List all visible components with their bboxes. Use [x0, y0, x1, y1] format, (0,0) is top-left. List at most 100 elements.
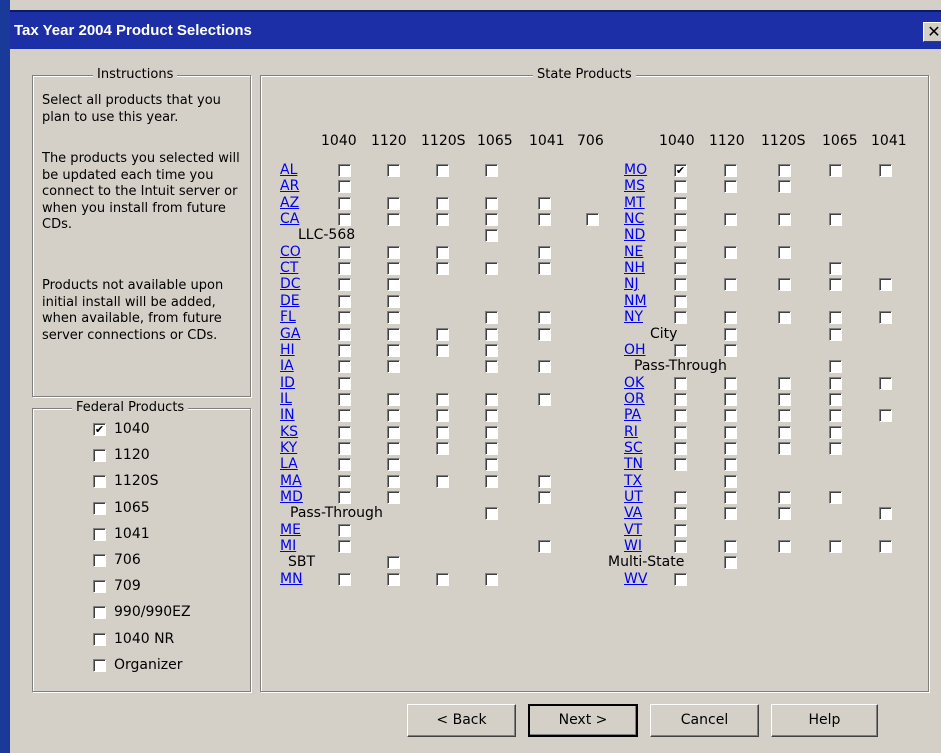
state-link-al[interactable]: AL [280, 163, 297, 177]
state-product-checkbox[interactable] [674, 376, 687, 390]
state-product-checkbox[interactable] [674, 294, 687, 308]
state-product-checkbox[interactable] [674, 229, 687, 243]
state-product-checkbox[interactable] [538, 540, 551, 554]
state-product-checkbox[interactable] [387, 441, 400, 455]
state-product-checkbox[interactable] [538, 262, 551, 276]
state-link-id[interactable]: ID [280, 376, 295, 390]
state-link-ar[interactable]: AR [280, 179, 299, 193]
state-link-nj[interactable]: NJ [624, 277, 639, 291]
state-product-checkbox[interactable] [485, 458, 498, 472]
state-link-dc[interactable]: DC [280, 277, 301, 291]
state-product-checkbox[interactable] [829, 278, 842, 292]
state-product-checkbox[interactable] [778, 376, 791, 390]
federal-product-checkbox[interactable] [93, 527, 106, 541]
state-product-checkbox[interactable] [436, 245, 449, 259]
state-product-checkbox[interactable] [879, 376, 892, 390]
next-button[interactable]: Next > [528, 704, 638, 737]
federal-product-checkbox[interactable] [93, 658, 106, 672]
state-product-checkbox[interactable] [724, 441, 737, 455]
state-product-checkbox[interactable] [829, 327, 842, 341]
state-product-checkbox[interactable] [338, 245, 351, 259]
state-product-checkbox[interactable] [538, 213, 551, 227]
state-product-checkbox[interactable] [674, 523, 687, 537]
state-link-fl[interactable]: FL [280, 310, 296, 324]
state-product-checkbox[interactable] [538, 392, 551, 406]
state-product-checkbox[interactable] [778, 409, 791, 423]
state-product-checkbox[interactable] [674, 572, 687, 586]
state-product-checkbox[interactable] [338, 474, 351, 488]
state-product-checkbox[interactable] [338, 343, 351, 357]
state-link-ga[interactable]: GA [280, 327, 300, 341]
state-product-checkbox[interactable] [724, 213, 737, 227]
state-product-checkbox[interactable] [724, 180, 737, 194]
state-link-nh[interactable]: NH [624, 261, 645, 275]
state-product-checkbox[interactable] [538, 360, 551, 374]
state-product-checkbox[interactable] [778, 278, 791, 292]
federal-product-checkbox[interactable] [93, 606, 106, 620]
state-product-checkbox[interactable] [829, 540, 842, 554]
state-link-mt[interactable]: MT [624, 196, 645, 210]
state-product-checkbox[interactable] [338, 458, 351, 472]
state-product-checkbox[interactable] [485, 262, 498, 276]
state-product-checkbox[interactable] [436, 327, 449, 341]
state-product-checkbox[interactable] [674, 311, 687, 325]
state-product-checkbox[interactable] [338, 360, 351, 374]
state-product-checkbox[interactable] [829, 164, 842, 177]
state-link-ks[interactable]: KS [280, 425, 298, 439]
state-product-checkbox[interactable] [724, 474, 737, 488]
state-product-checkbox[interactable] [436, 213, 449, 227]
state-product-checkbox[interactable] [338, 392, 351, 406]
state-link-wi[interactable]: WI [624, 539, 642, 553]
state-product-checkbox[interactable] [387, 213, 400, 227]
state-link-nm[interactable]: NM [624, 294, 647, 308]
state-product-checkbox[interactable] [829, 262, 842, 276]
cancel-button[interactable]: Cancel [650, 704, 759, 737]
state-product-checkbox[interactable] [485, 311, 498, 325]
state-product-checkbox[interactable] [778, 425, 791, 439]
state-product-checkbox[interactable] [879, 164, 892, 177]
state-product-checkbox[interactable] [338, 196, 351, 210]
state-product-checkbox[interactable] [338, 572, 351, 586]
state-product-checkbox[interactable] [724, 409, 737, 423]
state-link-mo[interactable]: MO [624, 163, 647, 177]
state-link-wv[interactable]: WV [624, 572, 647, 586]
back-button[interactable]: < Back [407, 704, 516, 737]
state-product-checkbox[interactable] [724, 507, 737, 521]
state-product-checkbox[interactable] [778, 164, 791, 177]
state-link-ma[interactable]: MA [280, 474, 302, 488]
state-product-checkbox[interactable] [674, 491, 687, 504]
state-product-checkbox[interactable] [387, 425, 400, 439]
state-link-or[interactable]: OR [624, 392, 645, 406]
state-product-checkbox[interactable] [485, 343, 498, 357]
state-link-oh[interactable]: OH [624, 343, 646, 357]
state-product-checkbox[interactable] [538, 474, 551, 488]
state-product-checkbox[interactable] [338, 441, 351, 455]
state-product-checkbox[interactable] [338, 262, 351, 276]
state-product-checkbox[interactable] [829, 392, 842, 406]
state-product-checkbox[interactable] [387, 343, 400, 357]
federal-product-checkbox[interactable] [93, 501, 106, 515]
state-product-checkbox[interactable] [387, 196, 400, 210]
state-product-checkbox[interactable] [387, 572, 400, 586]
state-product-checkbox[interactable] [724, 278, 737, 292]
state-product-checkbox[interactable] [338, 164, 351, 177]
state-product-checkbox[interactable] [387, 491, 400, 504]
state-product-checkbox[interactable] [778, 180, 791, 194]
state-product-checkbox[interactable] [829, 491, 842, 504]
state-product-checkbox[interactable] [436, 474, 449, 488]
state-product-checkbox[interactable] [485, 229, 498, 243]
federal-product-checkbox[interactable] [93, 632, 106, 646]
state-product-checkbox[interactable] [724, 164, 737, 177]
state-product-checkbox[interactable] [724, 343, 737, 357]
state-product-checkbox[interactable] [338, 523, 351, 537]
state-product-checkbox[interactable] [436, 441, 449, 455]
state-product-checkbox[interactable] [879, 409, 892, 423]
state-link-tn[interactable]: TN [624, 457, 643, 471]
state-link-ct[interactable]: CT [280, 261, 298, 275]
state-product-checkbox[interactable] [485, 360, 498, 374]
state-link-tx[interactable]: TX [624, 474, 642, 488]
state-product-checkbox[interactable] [436, 425, 449, 439]
state-link-mi[interactable]: MI [280, 539, 296, 553]
state-product-checkbox[interactable] [829, 425, 842, 439]
state-product-checkbox[interactable] [674, 458, 687, 472]
